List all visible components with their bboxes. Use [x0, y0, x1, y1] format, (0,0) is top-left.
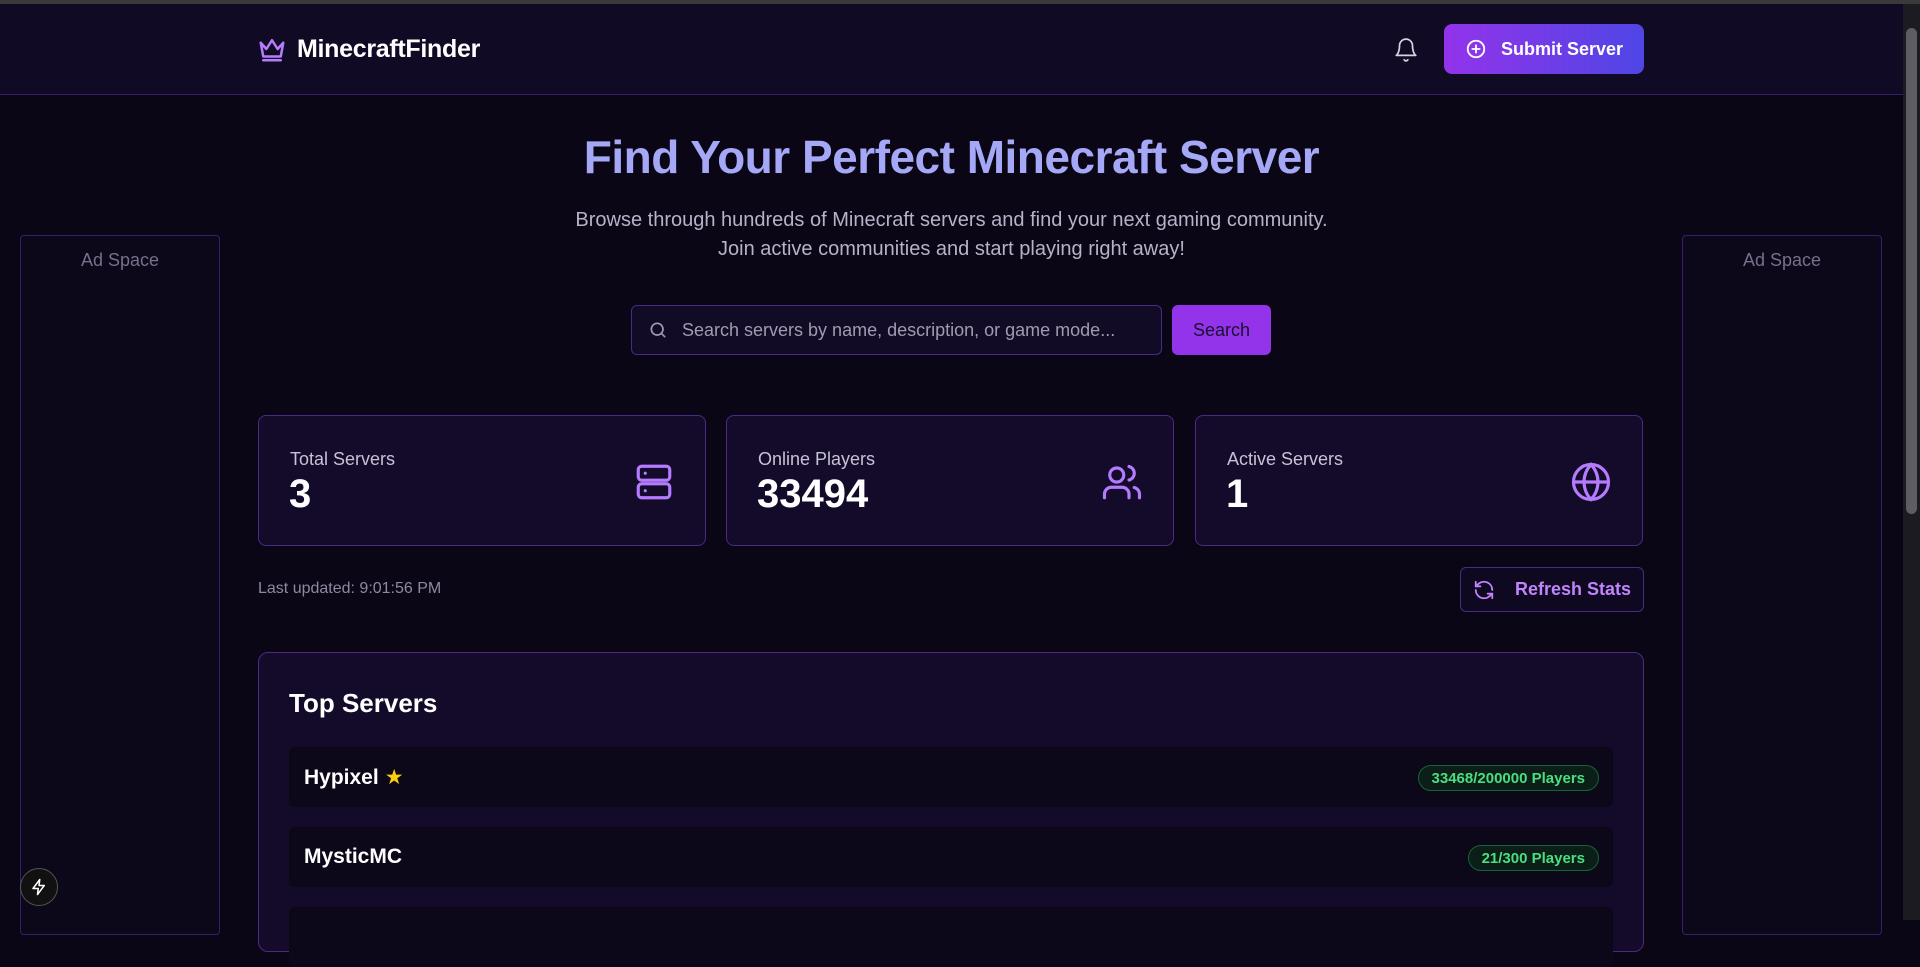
refresh-stats-button[interactable]: Refresh Stats [1460, 567, 1644, 612]
scrollbar[interactable] [1903, 4, 1920, 920]
hero-subtitle: Browse through hundreds of Minecraft ser… [0, 206, 1903, 264]
site-header: MinecraftFinder Submit Server [0, 4, 1903, 95]
hero-subtitle-line-2: Join active communities and start playin… [718, 238, 1185, 260]
server-row[interactable]: Hypixel ★ 33468/200000 Players [289, 747, 1613, 807]
submit-server-label: Submit Server [1500, 38, 1624, 59]
stat-label: Active Servers [1227, 449, 1344, 469]
crown-icon [259, 39, 285, 62]
server-row[interactable] [289, 907, 1613, 967]
stat-value: 1 [1226, 472, 1249, 516]
stat-label: Total Servers [290, 449, 396, 469]
search-input[interactable] [682, 319, 1152, 341]
stat-value: 3 [289, 472, 312, 516]
server-name: Hypixel ★ [304, 765, 404, 790]
submit-server-button[interactable]: Submit Server [1444, 24, 1644, 74]
bolt-button[interactable] [20, 868, 58, 906]
ad-space-right: Ad Space [1682, 235, 1882, 935]
hero-subtitle-line-1: Browse through hundreds of Minecraft ser… [575, 209, 1328, 231]
top-servers-title: Top Servers [289, 688, 438, 718]
logo[interactable]: MinecraftFinder [257, 34, 480, 64]
page-title: Find Your Perfect Minecraft Server [583, 131, 1320, 183]
server-name: MysticMC [304, 845, 402, 869]
stat-card-active-servers: Active Servers 1 [1195, 415, 1643, 546]
stat-value: 33494 [757, 472, 869, 516]
globe-icon [1571, 462, 1611, 502]
refresh-stats-label: Refresh Stats [1514, 579, 1632, 599]
stat-card-online-players: Online Players 33494 [726, 415, 1174, 546]
last-updated-text: Last updated: 9:01:56 PM [258, 580, 442, 597]
bell-icon[interactable] [1393, 37, 1419, 63]
logo-text: MinecraftFinder [297, 34, 481, 63]
players-badge: 21/300 Players [1467, 845, 1599, 871]
search-field[interactable] [631, 305, 1162, 355]
server-icon [636, 464, 672, 500]
server-name-text: MysticMC [304, 845, 403, 868]
stat-card-total-servers: Total Servers 3 [258, 415, 706, 546]
top-servers-panel: Top Servers Hypixel ★ 33468/200000 Playe… [258, 652, 1644, 967]
ad-space-left: Ad Space [20, 235, 220, 935]
lightning-icon [32, 878, 45, 896]
server-name-text: Hypixel [304, 765, 379, 789]
star-icon: ★ [384, 766, 404, 789]
plus-circle-icon [1466, 39, 1486, 59]
search-icon [650, 322, 666, 338]
server-row[interactable]: MysticMC 21/300 Players [289, 827, 1613, 887]
refresh-icon [1474, 580, 1494, 599]
players-badge: 33468/200000 Players [1417, 765, 1599, 791]
stat-label: Online Players [758, 449, 876, 469]
scrollbar-thumb[interactable] [1906, 28, 1917, 514]
search-button[interactable]: Search [1172, 305, 1271, 355]
users-icon [1102, 464, 1142, 500]
